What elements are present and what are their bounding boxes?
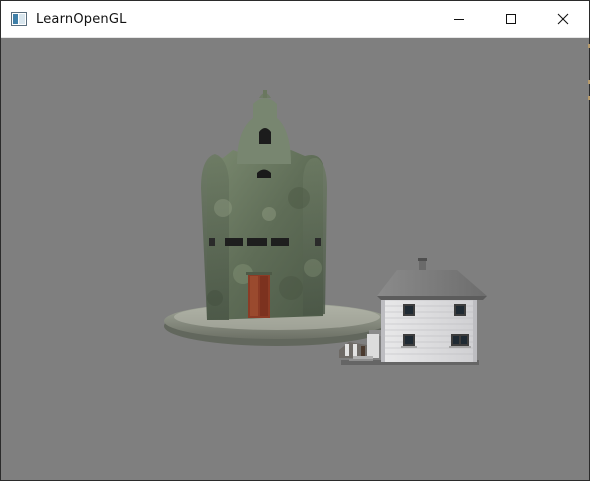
maximize-icon: [506, 14, 516, 24]
minimize-icon: [454, 19, 464, 20]
app-window: LearnOpenGL: [0, 0, 590, 481]
opengl-viewport[interactable]: [1, 38, 589, 474]
close-button[interactable]: [537, 1, 589, 37]
scene-render: [164, 90, 487, 365]
maximize-button[interactable]: [485, 1, 537, 37]
app-window-icon: [10, 10, 28, 28]
title-bar[interactable]: LearnOpenGL: [1, 1, 589, 38]
close-icon: [557, 13, 569, 25]
window-controls: [433, 1, 589, 37]
window-title: LearnOpenGL: [36, 11, 127, 27]
castle-model: [164, 90, 390, 346]
minimize-button[interactable]: [433, 1, 485, 37]
window-bottom-edge: [1, 474, 589, 480]
